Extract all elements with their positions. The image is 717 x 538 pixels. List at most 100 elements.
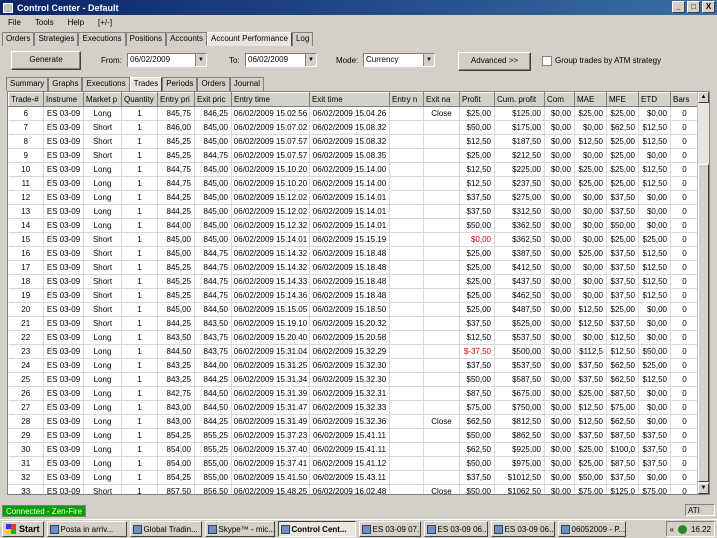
table-cell bbox=[423, 470, 460, 485]
table-row[interactable]: 6 ES 03-09 Long 1 845,75 846,25 06/02/2009 15.… bbox=[8, 106, 699, 121]
table-cell: $25,00 bbox=[459, 302, 495, 317]
menu-file[interactable]: File bbox=[8, 18, 21, 27]
table-row[interactable]: 17 ES 03-09 Short 1 845,25 844,75 06/02/2009 1… bbox=[8, 260, 699, 275]
column-header[interactable]: Exit time bbox=[309, 92, 390, 107]
tab-positions[interactable]: Positions bbox=[125, 32, 167, 46]
start-button[interactable]: Start bbox=[2, 521, 44, 537]
tab-accounts[interactable]: Accounts bbox=[166, 32, 207, 46]
task-chart-3[interactable]: ES 03-09 06... bbox=[490, 521, 555, 537]
table-row[interactable]: 24 ES 03-09 Long 1 843,25 844,00 06/02/2009 15… bbox=[8, 358, 699, 373]
table-row[interactable]: 26 ES 03-09 Long 1 842,75 844,50 06/02/2009 15… bbox=[8, 386, 699, 401]
tab-trades[interactable]: Trades bbox=[129, 77, 163, 91]
table-row[interactable]: 15 ES 03-09 Short 1 845,00 845,00 06/02/2009 1… bbox=[8, 232, 699, 247]
menu-toggle[interactable]: [+/-] bbox=[98, 18, 112, 27]
column-header[interactable]: Com bbox=[544, 92, 575, 107]
start-label: Start bbox=[19, 524, 40, 534]
to-date-picker[interactable]: 06/02/2009 ▼ bbox=[245, 53, 317, 67]
chevron-down-icon[interactable]: ▼ bbox=[195, 54, 206, 66]
scrollbar-thumb[interactable] bbox=[698, 164, 709, 482]
table-row[interactable]: 12 ES 03-09 Long 1 844,25 845,00 06/02/2009 15… bbox=[8, 190, 699, 205]
tray-expand-icon[interactable]: « bbox=[670, 525, 674, 534]
tab-executions[interactable]: Executions bbox=[78, 32, 126, 46]
minimize-button[interactable]: _ bbox=[672, 1, 685, 13]
column-header[interactable]: Quantity bbox=[121, 92, 158, 107]
task-document[interactable]: 06052009 - P... bbox=[557, 521, 626, 537]
mode-select[interactable]: Currency ▼ bbox=[363, 53, 435, 67]
column-header[interactable]: Cum. profit bbox=[494, 92, 545, 107]
column-header[interactable]: MAE bbox=[574, 92, 607, 107]
close-button[interactable]: X bbox=[702, 1, 715, 13]
tab-sub-executions[interactable]: Executions bbox=[82, 77, 130, 91]
task-global-trading[interactable]: Global Tradin... bbox=[129, 521, 202, 537]
column-header[interactable]: Profit bbox=[459, 92, 495, 107]
tab-log[interactable]: Log bbox=[291, 32, 314, 46]
tab-periods[interactable]: Periods bbox=[162, 77, 198, 91]
task-control-center[interactable]: Control Cent... bbox=[277, 521, 356, 537]
tab-summary[interactable]: Summary bbox=[6, 77, 49, 91]
column-header[interactable]: ETD bbox=[638, 92, 671, 107]
table-row[interactable]: 19 ES 03-09 Short 1 845,25 844,75 06/02/2009 1… bbox=[8, 288, 699, 303]
scroll-up-icon[interactable]: ▲ bbox=[698, 92, 709, 103]
tab-journal[interactable]: Journal bbox=[229, 77, 265, 91]
task-skype[interactable]: Skype™ - mic... bbox=[204, 521, 275, 537]
scroll-down-icon[interactable]: ▼ bbox=[698, 483, 709, 494]
vertical-scrollbar[interactable]: ▲ ▼ bbox=[697, 92, 709, 494]
maximize-button[interactable]: □ bbox=[687, 1, 700, 13]
chevron-down-icon[interactable]: ▼ bbox=[305, 54, 316, 66]
generate-button[interactable]: Generate bbox=[11, 51, 81, 70]
tab-graphs[interactable]: Graphs bbox=[48, 77, 83, 91]
table-row[interactable]: 31 ES 03-09 Long 1 854,00 855,00 06/02/2009 15… bbox=[8, 456, 699, 471]
table-row[interactable]: 30 ES 03-09 Long 1 854,00 855,25 06/02/2009 15… bbox=[8, 442, 699, 457]
network-icon[interactable] bbox=[677, 524, 687, 534]
tab-sub-orders[interactable]: Orders bbox=[197, 77, 230, 91]
table-row[interactable]: 7 ES 03-09 Short 1 846,00 845,00 06/02/2009 15… bbox=[8, 120, 699, 135]
table-cell: $37,50 bbox=[606, 470, 639, 485]
table-row[interactable]: 9 ES 03-09 Short 1 845,25 844,75 06/02/2009 15… bbox=[8, 148, 699, 163]
chevron-down-icon[interactable]: ▼ bbox=[423, 54, 434, 66]
table-row[interactable]: 29 ES 03-09 Long 1 854,25 855,25 06/02/2009 15… bbox=[8, 428, 699, 443]
table-row[interactable]: 23 ES 03-09 Long 1 844,50 843,75 06/02/2009 15… bbox=[8, 344, 699, 359]
table-row[interactable]: 10 ES 03-09 Long 1 844,75 845,00 06/02/2009 15… bbox=[8, 162, 699, 177]
table-cell: $0,00 bbox=[638, 386, 671, 401]
task-chart-2[interactable]: ES 03-09 06... bbox=[423, 521, 488, 537]
tab-strategies[interactable]: Strategies bbox=[34, 32, 79, 46]
tab-orders[interactable]: Orders bbox=[2, 32, 35, 46]
menu-tools[interactable]: Tools bbox=[35, 18, 54, 27]
table-row[interactable]: 33 ES 03-09 Short 1 857,50 856,50 06/02/2009 1… bbox=[8, 484, 699, 494]
column-header[interactable]: Bars bbox=[670, 92, 699, 107]
column-header[interactable]: Exit na bbox=[423, 92, 460, 107]
task-mail[interactable]: Posta in arriv... bbox=[46, 521, 127, 537]
column-header[interactable]: Instrume bbox=[43, 92, 84, 107]
table-row[interactable]: 22 ES 03-09 Long 1 843,50 843,75 06/02/2009 15… bbox=[8, 330, 699, 345]
table-row[interactable]: 25 ES 03-09 Long 1 843,25 844,25 06/02/2009 15… bbox=[8, 372, 699, 387]
task-chart-1[interactable]: ES 03-09 07... bbox=[358, 521, 421, 537]
table-cell: 844,00 bbox=[194, 358, 232, 373]
table-row[interactable]: 13 ES 03-09 Long 1 844,25 845,00 06/02/2009 15… bbox=[8, 204, 699, 219]
table-row[interactable]: 28 ES 03-09 Long 1 843,00 844,25 06/02/2009 15… bbox=[8, 414, 699, 429]
table-row[interactable]: 32 ES 03-09 Long 1 854,25 855,00 06/02/2009 15… bbox=[8, 470, 699, 485]
tab-account-performance[interactable]: Account Performance bbox=[207, 32, 292, 46]
column-header[interactable]: Entry time bbox=[231, 92, 310, 107]
column-header[interactable]: Trade-# bbox=[8, 92, 44, 107]
column-header[interactable]: Entry pri bbox=[157, 92, 195, 107]
table-row[interactable]: 16 ES 03-09 Short 1 845,00 844,75 06/02/2009 1… bbox=[8, 246, 699, 261]
from-date-picker[interactable]: 06/02/2009 ▼ bbox=[127, 53, 207, 67]
table-row[interactable]: 11 ES 03-09 Long 1 844,75 845,00 06/02/2009 15… bbox=[8, 176, 699, 191]
group-by-atm-checkbox[interactable] bbox=[542, 56, 552, 66]
menu-help[interactable]: Help bbox=[68, 18, 84, 27]
table-row[interactable]: 8 ES 03-09 Short 1 845,25 845,00 06/02/2009 15… bbox=[8, 134, 699, 149]
table-cell bbox=[423, 372, 460, 387]
table-row[interactable]: 20 ES 03-09 Short 1 845,00 844,50 06/02/2009 1… bbox=[8, 302, 699, 317]
table-row[interactable]: 18 ES 03-09 Short 1 845,25 844,75 06/02/2009 1… bbox=[8, 274, 699, 289]
column-header[interactable]: Market p bbox=[83, 92, 122, 107]
table-row[interactable]: 14 ES 03-09 Long 1 844,00 845,00 06/02/2009 15… bbox=[8, 218, 699, 233]
trades-grid[interactable]: Trade-# Instrume Market p Quantity Entry pri… bbox=[7, 91, 710, 495]
column-header[interactable]: Exit pric bbox=[194, 92, 232, 107]
column-header[interactable]: Entry n bbox=[389, 92, 424, 107]
table-row[interactable]: 21 ES 03-09 Short 1 844,25 843,50 06/02/2009 1… bbox=[8, 316, 699, 331]
column-header[interactable]: MFE bbox=[606, 92, 639, 107]
advanced-button[interactable]: Advanced >> bbox=[458, 52, 531, 71]
table-cell: $0,00 bbox=[638, 204, 671, 219]
table-cell bbox=[389, 456, 424, 471]
table-row[interactable]: 27 ES 03-09 Long 1 843,00 844,50 06/02/2009 15… bbox=[8, 400, 699, 415]
